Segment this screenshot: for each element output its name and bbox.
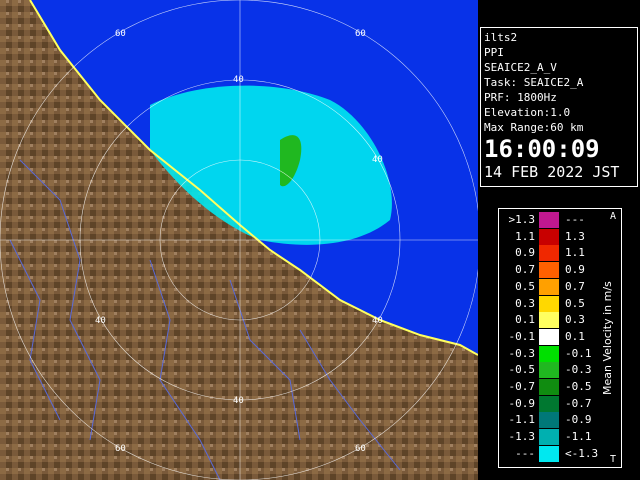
legend-low-value: -0.1	[508, 329, 536, 343]
product-name: PPI	[484, 46, 504, 59]
range-label: 60	[355, 29, 366, 39]
legend-swatch	[539, 312, 559, 329]
legend-high-value: -0.3	[565, 363, 592, 377]
prf-value: PRF: 1800Hz	[484, 91, 557, 104]
legend-high-value: 1.3	[565, 229, 585, 243]
legend-high-value: -1.1	[565, 430, 592, 444]
legend-high-value: -0.9	[565, 413, 592, 427]
scan-date: 14 FEB 2022 JST	[484, 163, 620, 181]
legend-low-value: -0.3	[508, 346, 536, 360]
legend-swatch	[539, 345, 559, 362]
legend-swatch	[539, 379, 559, 395]
range-label: 40	[372, 155, 383, 165]
legend-swatch	[539, 228, 559, 245]
range-label: 60	[115, 444, 126, 454]
legend-swatch	[539, 395, 559, 412]
legend-high-value: 1.1	[565, 246, 585, 260]
legend-swatch	[539, 295, 559, 312]
radar-map[interactable]: 60 60 40 40 40 40 40 60 60	[0, 0, 478, 480]
legend-low-value: 0.3	[515, 296, 535, 310]
legend-high-value: 0.7	[565, 279, 585, 293]
legend-swatch	[539, 262, 559, 279]
info-panel: ilts2 PPI SEAICE2_A_V Task: SEAICE2_A PR…	[480, 27, 638, 187]
scan-time: 16:00:09	[484, 135, 600, 163]
range-label: 40	[372, 316, 383, 326]
legend-high-value: 0.3	[565, 313, 585, 327]
legend-low-value: -0.9	[508, 396, 536, 410]
max-range-value: Max Range:60 km	[484, 121, 584, 134]
legend-swatch	[539, 328, 559, 345]
legend-low-value: -0.7	[508, 380, 536, 393]
legend-swatch	[539, 412, 559, 429]
velocity-legend: >1.3 --- 1.1 1.3 0.9 1.1 0.7 0.9 0.5 0.7 0.3 0.5 0.1…	[498, 208, 622, 468]
legend-high-value: -0.1	[565, 346, 592, 360]
elevation-value: Elevation:1.0	[484, 106, 571, 119]
legend-low-value: -1.1	[508, 413, 536, 427]
legend-swatch	[539, 362, 559, 379]
legend-swatch	[539, 445, 559, 462]
legend-swatch	[539, 429, 559, 446]
legend-low-value: 0.5	[515, 279, 535, 293]
legend-title: Mean Velocity in m/s	[601, 281, 614, 395]
range-label: 60	[115, 29, 126, 39]
legend-high-value: -0.7	[565, 396, 592, 410]
range-label: 60	[355, 444, 366, 454]
range-label: 40	[95, 316, 106, 326]
legend-high-value: 0.1	[565, 329, 585, 343]
site-name: ilts2	[484, 31, 518, 44]
legend-low-value: 0.1	[515, 313, 535, 327]
range-label: 40	[233, 75, 244, 85]
legend-bottom-mark: T	[609, 454, 616, 465]
task-name: Task: SEAICE2_A	[484, 76, 584, 89]
legend-low-value: -1.3	[508, 430, 536, 444]
legend-low-value: ---	[515, 446, 535, 460]
legend-low-value: >1.3	[508, 213, 536, 226]
legend-high-value: ---	[565, 213, 585, 226]
legend-swatch	[539, 278, 559, 295]
legend-low-value: 0.9	[515, 246, 535, 260]
legend-swatch	[539, 212, 559, 228]
scan-name: SEAICE2_A_V	[484, 61, 557, 74]
legend-swatch	[539, 245, 559, 262]
legend-high-value: -0.5	[565, 380, 592, 393]
legend-high-value: 0.5	[565, 296, 585, 310]
legend-low-value: 0.7	[515, 263, 535, 277]
legend-high-value: 0.9	[565, 263, 585, 277]
legend-low-value: -0.5	[508, 363, 536, 377]
range-label: 40	[233, 396, 244, 406]
legend-high-value: <-1.3	[565, 446, 599, 460]
legend-low-value: 1.1	[515, 229, 535, 243]
